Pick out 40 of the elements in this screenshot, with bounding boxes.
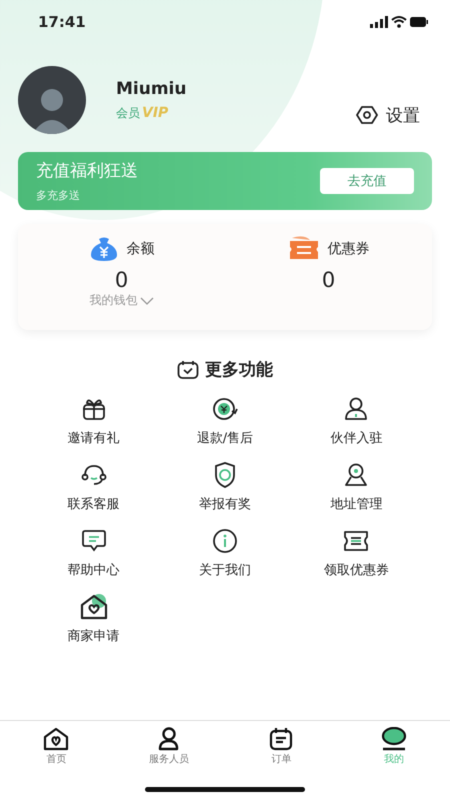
profile-icon [380, 727, 408, 751]
feature-item[interactable]: 地址管理 [290, 461, 422, 513]
vip-label: VIP [142, 105, 168, 121]
coupon-icon [288, 236, 320, 262]
settings-icon [356, 105, 378, 125]
banner-subtitle: 多充多送 [36, 188, 81, 203]
feature-item[interactable]: 联系客服 [28, 461, 160, 513]
calendar-check-icon [177, 360, 199, 380]
tab[interactable]: 服务人员 [112, 727, 225, 773]
status-icons [370, 15, 428, 29]
user-name: Miumiu [116, 78, 188, 98]
banner-title: 充值福利狂送 [36, 160, 138, 182]
info-icon [212, 527, 238, 555]
settings-button[interactable]: 设置 [356, 104, 420, 126]
home-icon [43, 727, 70, 751]
status-time: 17:41 [38, 13, 86, 31]
chevron-down-icon [140, 296, 154, 304]
shield-icon [212, 461, 237, 489]
feature-item[interactable]: 关于我们 [159, 527, 291, 579]
refund-icon [210, 395, 239, 423]
money-bag-icon [88, 236, 118, 262]
feature-item[interactable]: 邀请有礼 [28, 395, 160, 447]
tab[interactable]: 首页 [0, 727, 112, 773]
feature-item[interactable]: 帮助中心 [28, 527, 160, 579]
balance-value: 0 [114, 268, 128, 292]
balance-label: 余额 [126, 240, 154, 258]
feature-item[interactable]: 退款/售后 [159, 395, 291, 447]
feature-item[interactable]: 伙伴入驻 [290, 395, 422, 447]
house-heart-icon [78, 593, 109, 621]
section-title: 更多功能 [205, 359, 273, 381]
feature-item[interactable]: 商家申请 [28, 593, 160, 645]
coupon-value: 0 [322, 268, 336, 292]
calendar-icon [268, 727, 294, 751]
member-label: 会员 [116, 104, 140, 122]
coupon-label: 优惠券 [328, 240, 370, 258]
location-icon [343, 461, 370, 489]
feature-item[interactable]: 领取优惠券 [290, 527, 422, 579]
feature-item[interactable]: 举报有奖 [159, 461, 291, 513]
person-icon [343, 395, 370, 423]
tab[interactable]: 订单 [225, 727, 338, 773]
